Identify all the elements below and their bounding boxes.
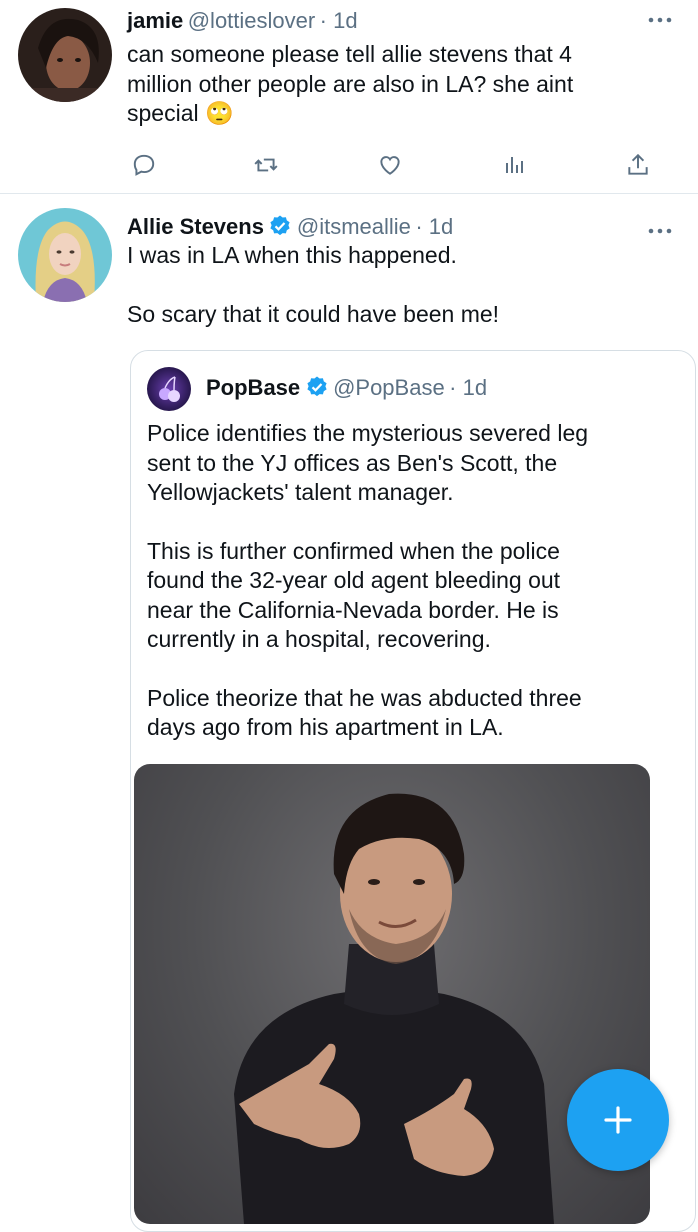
quote-line: Police theorize that he was abducted thr… — [147, 684, 582, 711]
tweet-line: I was in LA when this happened. — [127, 242, 457, 268]
quote-author-handle: @PopBase — [333, 375, 445, 400]
avatar[interactable] — [18, 208, 112, 302]
quote-line: This is further confirmed when the polic… — [147, 537, 560, 564]
quote-line: near the California-Nevada border. He is — [147, 596, 559, 623]
analytics-icon[interactable] — [498, 148, 532, 182]
share-icon[interactable] — [621, 148, 655, 182]
tweet-jamie[interactable]: jamie @lottieslover · 1d can someone ple… — [0, 0, 698, 193]
quote-line: currently in a hospital, recovering. — [147, 626, 491, 652]
tweet-actions — [127, 148, 667, 182]
retweet-icon[interactable] — [249, 148, 283, 182]
author-handle[interactable]: @itsmeallie — [297, 214, 411, 239]
quote-time: · 1d — [449, 375, 488, 400]
author-name[interactable]: jamie — [127, 8, 183, 33]
quote-author-name: PopBase — [206, 375, 301, 400]
reply-icon[interactable] — [127, 148, 161, 182]
more-options-icon[interactable] — [648, 219, 672, 242]
tweet-text: can someone please tell allie stevens th… — [127, 40, 687, 129]
popbase-avatar — [147, 367, 191, 411]
tweet-line: So scary that it could have been me! — [127, 301, 500, 327]
tweet-line-text: special — [127, 100, 199, 126]
like-icon[interactable] — [373, 148, 407, 182]
quote-line: days ago from his apartment in LA. — [147, 714, 504, 740]
quote-line: Yellowjackets' talent manager. — [147, 479, 454, 505]
quote-line: sent to the YJ offices as Ben's Scott, t… — [147, 449, 558, 476]
more-options-icon[interactable] — [648, 8, 672, 31]
tweet-line: special 🙄 — [127, 99, 687, 129]
tweet-time[interactable]: · 1d — [320, 8, 358, 33]
compose-plus-icon — [604, 1106, 632, 1134]
tweet-line: million other people are also in LA? she… — [127, 70, 574, 97]
verified-badge-icon — [307, 376, 327, 397]
tweet-text: I was in LA when this happened. So scary… — [127, 241, 687, 330]
quote-line: found the 32-year old agent bleeding out — [147, 567, 561, 593]
avatar[interactable] — [18, 8, 112, 102]
quote-text: Police identifies the mysterious severed… — [147, 419, 687, 743]
tweet-time[interactable]: · 1d — [415, 214, 453, 239]
author-handle[interactable]: @lottieslover — [188, 8, 316, 33]
compose-tweet-button[interactable] — [567, 1069, 669, 1171]
author-name[interactable]: Allie Stevens — [127, 214, 264, 239]
eye-roll-emoji: 🙄 — [205, 100, 234, 126]
quote-line: Police identifies the mysterious severed… — [147, 420, 589, 446]
tweet-line: can someone please tell allie stevens th… — [127, 41, 572, 67]
quote-photo[interactable] — [134, 764, 650, 1224]
verified-badge-icon — [270, 215, 291, 236]
